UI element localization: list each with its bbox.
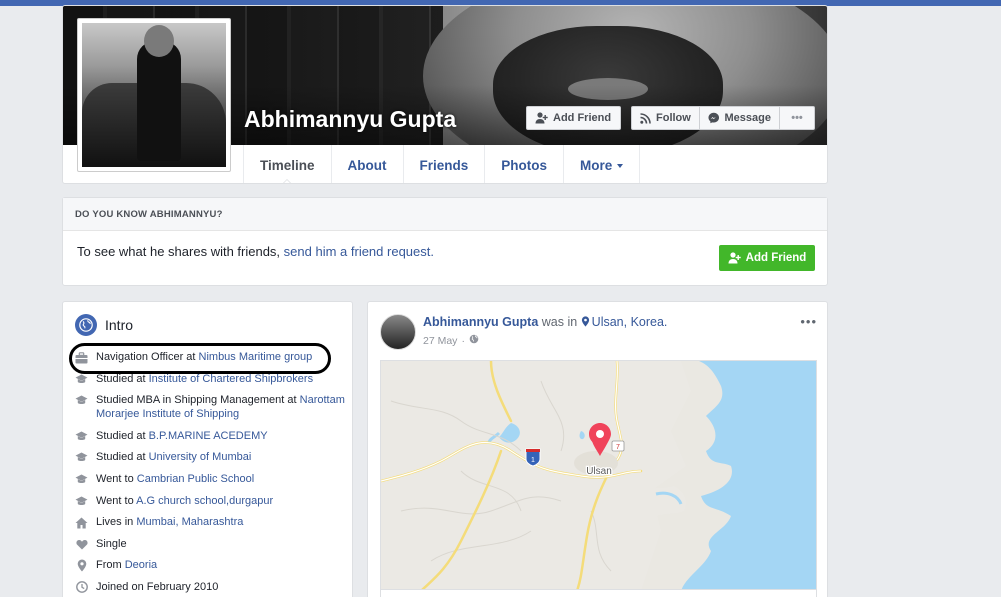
intro-item-education: Studied MBA in Shipping Management at Na… [75,393,345,421]
map-city-label: Ulsan [586,466,612,477]
intro-header: Intro [75,314,133,336]
clock-icon [75,581,88,594]
location-pin-icon [75,559,88,572]
intro-link[interactable]: B.P.MARINE ACEDEMY [149,430,268,442]
post-location-link[interactable]: Ulsan, Korea. [592,315,668,329]
profile-header-card: Abhimannyu Gupta Add Friend Follow Messa… [62,5,828,184]
location-pin-icon [581,316,590,330]
do-you-know-header: DO YOU KNOW ABHIMANNYU? [63,198,827,231]
rss-icon [640,112,651,124]
intro-item-lives-in: Lives in Mumbai, Maharashtra [75,515,345,529]
avatar[interactable] [380,314,416,350]
messenger-icon [708,112,720,124]
tab-photos[interactable]: Photos [484,145,563,183]
highway-shield: 1 [525,448,541,467]
tab-about[interactable]: About [330,145,403,183]
post-meta: 27 May · [423,334,479,347]
post-options-button[interactable]: ••• [800,314,817,329]
timeline-post: Abhimannyu Gupta was in Ulsan, Korea. 27… [367,301,828,597]
post-footer [380,590,817,597]
home-icon [75,516,88,529]
add-friend-icon [728,252,741,264]
svg-text:7: 7 [616,444,620,451]
more-options-button[interactable]: ••• [779,106,815,130]
tab-more[interactable]: More [563,145,641,183]
road-sign: 7 [611,440,625,452]
follow-button[interactable]: Follow [631,106,700,130]
profile-name[interactable]: Abhimannyu Gupta [244,106,456,133]
add-friend-icon [535,112,548,124]
graduation-cap-icon [75,373,88,386]
intro-link[interactable]: Cambrian Public School [137,473,254,485]
intro-card: Intro Navigation Officer at Nimbus Marit… [62,301,353,597]
svg-text:1: 1 [531,457,535,464]
profile-picture[interactable] [77,18,231,172]
graduation-cap-icon [75,394,88,407]
profile-tabs: Timeline About Friends Photos More [243,145,641,183]
intro-link[interactable]: Mumbai, Maharashtra [136,516,243,528]
globe-icon [75,314,97,336]
location-map[interactable]: 1 7 Ulsan [380,360,817,590]
public-globe-icon [469,334,479,347]
graduation-cap-icon [75,495,88,508]
graduation-cap-icon [75,451,88,464]
intro-item-school: Went to A.G church school,durgapur [75,494,345,508]
message-button[interactable]: Message [699,106,780,130]
intro-item-joined: Joined on February 2010 [75,580,345,594]
intro-link[interactable]: University of Mumbai [149,451,252,463]
friend-request-link[interactable]: send him a friend request. [284,244,434,259]
intro-item-education: Studied at Institute of Chartered Shipbr… [75,372,345,386]
intro-link[interactable]: Deoria [125,559,157,571]
graduation-cap-icon [75,430,88,443]
intro-item-education: Studied at B.P.MARINE ACEDEMY [75,429,345,443]
tab-friends[interactable]: Friends [402,145,485,183]
post-date-link[interactable]: 27 May [423,335,457,347]
intro-list: Navigation Officer at Nimbus Maritime gr… [75,350,345,597]
caret-down-icon [617,164,624,168]
intro-link[interactable]: Nimbus Maritime group [199,351,313,363]
intro-link[interactable]: A.G church school,durgapur [136,495,273,507]
do-you-know-card: DO YOU KNOW ABHIMANNYU? To see what he s… [62,197,828,286]
heart-icon [75,538,88,551]
graduation-cap-icon [75,473,88,486]
intro-item-education: Studied at University of Mumbai [75,450,345,464]
intro-link[interactable]: Institute of Chartered Shipbrokers [149,373,313,385]
intro-item-work: Navigation Officer at Nimbus Maritime gr… [75,350,345,364]
add-friend-button[interactable]: Add Friend [526,106,621,130]
post-header: Abhimannyu Gupta was in Ulsan, Korea. [423,315,668,330]
ellipsis-icon: ••• [791,112,803,124]
add-friend-green-button[interactable]: Add Friend [719,245,815,271]
post-author-link[interactable]: Abhimannyu Gupta [423,315,538,329]
do-you-know-text: To see what he shares with friends, send… [77,244,434,259]
intro-item-relationship: Single [75,537,345,551]
intro-item-from: From Deoria [75,558,345,572]
briefcase-icon [75,351,88,364]
tab-timeline[interactable]: Timeline [243,145,331,183]
intro-item-school: Went to Cambrian Public School [75,472,345,486]
